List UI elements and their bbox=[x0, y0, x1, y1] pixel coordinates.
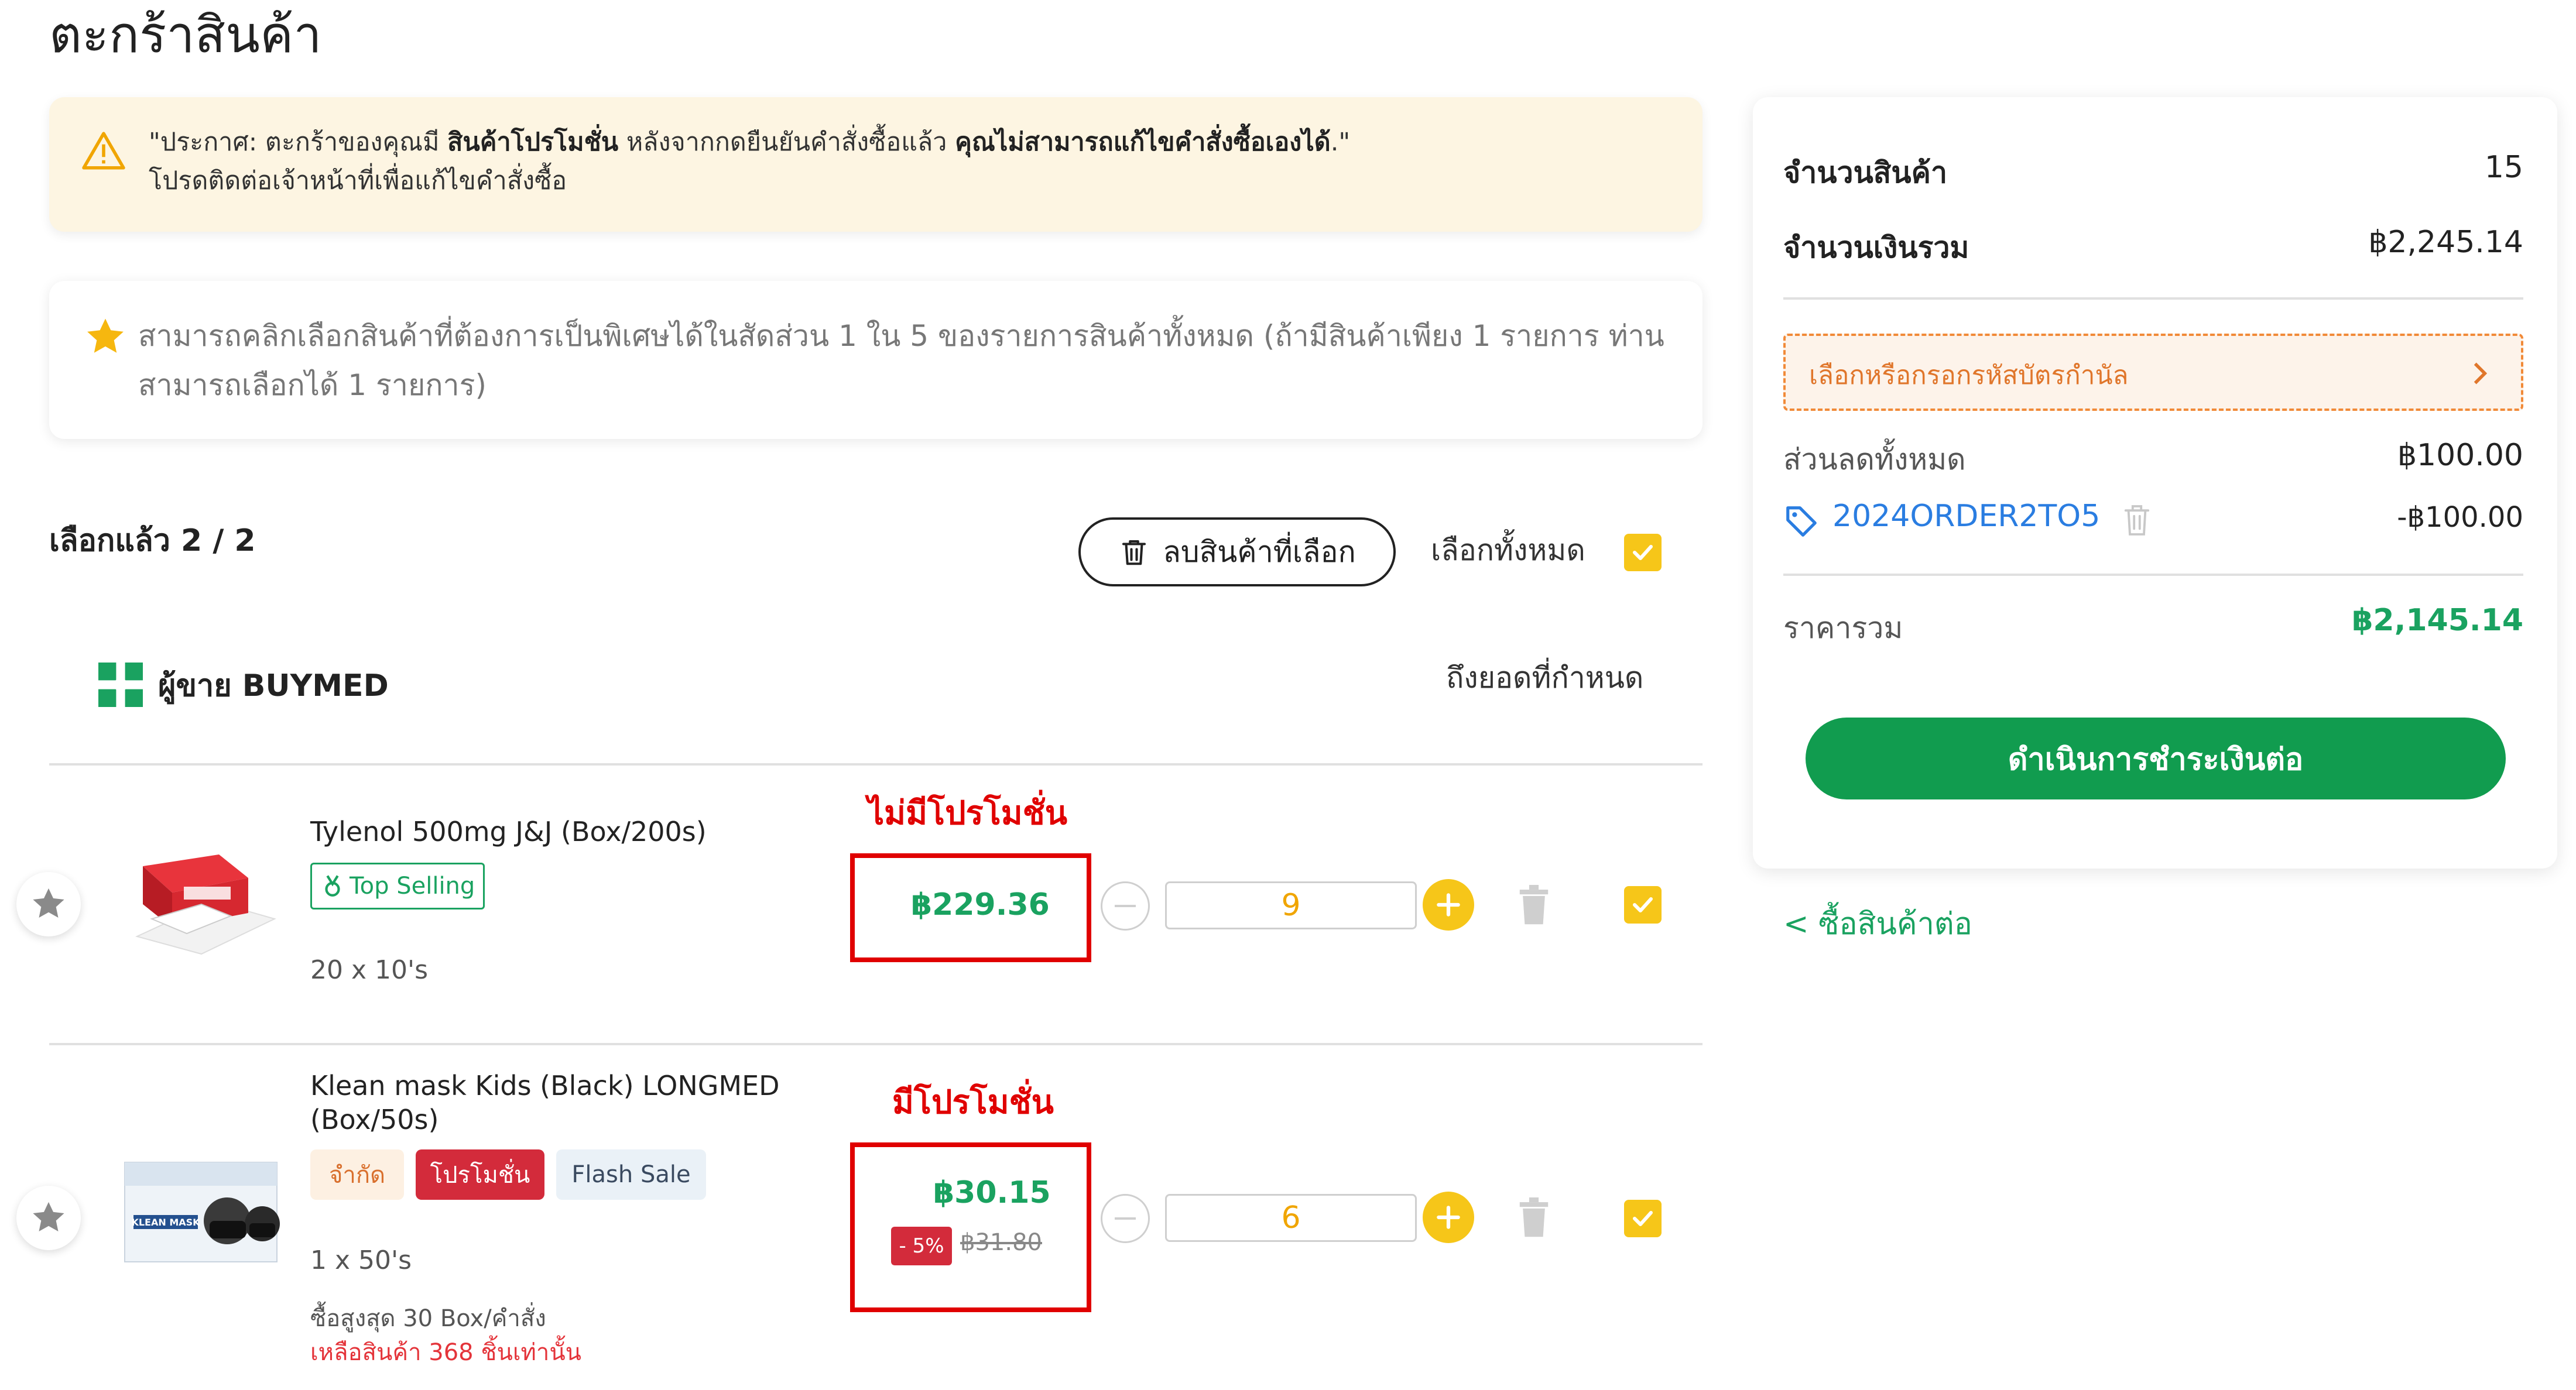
total-amount-value: ฿2,245.14 bbox=[2368, 225, 2523, 260]
item-select-checkbox[interactable] bbox=[1624, 1200, 1662, 1237]
plus-icon bbox=[1437, 1206, 1460, 1229]
stock-remaining-note: เหลือสินค้า 368 ชิ้นเท่านั้น bbox=[310, 1339, 582, 1366]
minus-icon bbox=[1115, 1217, 1136, 1220]
notice-line-1: "ประกาศ: ตะกร้าของคุณมี สินค้าโปรโมชั่น … bbox=[149, 128, 1351, 157]
seller-logo-icon bbox=[98, 663, 143, 707]
grand-total-label: ราคารวม bbox=[1783, 611, 1903, 645]
continue-shopping-link[interactable]: < ซื้อสินค้าต่อ bbox=[1783, 899, 1972, 948]
no-promotion-annotation: ไม่มีโปรโมชั่น bbox=[868, 794, 1067, 832]
notice-line-2: โปรดติดต่อเจ้าหน้าที่เพื่อแก้ไขคำสั่งซื้… bbox=[149, 166, 567, 195]
limited-tag: จำกัด bbox=[310, 1149, 404, 1200]
total-amount-label: จำนวนเงินรวม bbox=[1783, 231, 1969, 265]
product-name[interactable]: Tylenol 500mg J&J (Box/200s) bbox=[310, 815, 707, 849]
checkout-button[interactable]: ดำเนินการชำระเงินต่อ bbox=[1806, 718, 2506, 799]
pack-size: 1 x 50's bbox=[310, 1245, 412, 1275]
seller-name: ผู้ขาย BUYMED bbox=[158, 668, 389, 703]
star-icon bbox=[87, 318, 124, 353]
minus-icon bbox=[1115, 905, 1136, 907]
star-icon bbox=[33, 1202, 64, 1231]
tag-icon bbox=[1786, 506, 1817, 537]
discount-total-label: ส่วนลดทั้งหมด bbox=[1783, 442, 1966, 476]
original-price: ฿31.80 bbox=[960, 1229, 1042, 1256]
unit-price: ฿30.15 bbox=[933, 1175, 1051, 1210]
promotion-tag: โปรโมชั่น bbox=[416, 1149, 544, 1200]
warning-icon bbox=[82, 132, 125, 170]
discount-badge: - 5% bbox=[891, 1227, 952, 1265]
voucher-code-selector[interactable]: เลือกหรือกรอกรหัสบัตรกำนัล bbox=[1783, 334, 2523, 411]
voucher-label: เลือกหรือกรอกรหัสบัตรกำนัล bbox=[1809, 361, 2129, 390]
item-count-label: จำนวนสินค้า bbox=[1783, 156, 1948, 190]
check-icon bbox=[1633, 545, 1653, 560]
favorite-star-button[interactable] bbox=[16, 872, 81, 936]
promotion-notice: "ประกาศ: ตะกร้าของคุณมี สินค้าโปรโมชั่น … bbox=[49, 97, 1703, 232]
delete-selected-button[interactable]: ลบสินค้าที่เลือก bbox=[1078, 517, 1396, 586]
quantity-input[interactable] bbox=[1165, 881, 1417, 929]
chevron-right-icon bbox=[2474, 362, 2488, 385]
top-selling-label: Top Selling bbox=[350, 873, 475, 900]
item-select-checkbox[interactable] bbox=[1624, 886, 1662, 924]
delete-selected-label: ลบสินค้าที่เลือก bbox=[1163, 534, 1356, 569]
coupon-discount-value: -฿100.00 bbox=[2397, 501, 2523, 534]
quantity-input[interactable] bbox=[1165, 1194, 1417, 1242]
grand-total-value: ฿2,145.14 bbox=[2352, 603, 2523, 638]
max-purchase-note: ซื้อสูงสุด 30 Box/คำสั่ง bbox=[310, 1305, 546, 1332]
increase-qty-button[interactable] bbox=[1423, 1192, 1474, 1243]
divider bbox=[49, 1043, 1703, 1045]
check-icon bbox=[1633, 1211, 1653, 1226]
coupon-code: 2024ORDER2TO5 bbox=[1832, 499, 2101, 534]
divider bbox=[49, 763, 1703, 766]
plus-icon bbox=[1437, 893, 1460, 917]
trash-icon bbox=[1519, 885, 1549, 925]
favorite-star-button[interactable] bbox=[16, 1186, 81, 1250]
increase-qty-button[interactable] bbox=[1423, 879, 1474, 931]
product-image-klean-mask: KLEAN MASK bbox=[122, 1151, 280, 1268]
discount-total-value: ฿100.00 bbox=[2397, 438, 2523, 473]
top-selling-badge: Top Selling bbox=[310, 863, 485, 909]
product-image-tylenol bbox=[131, 831, 278, 960]
unit-price: ฿229.36 bbox=[911, 887, 1050, 922]
check-icon bbox=[1633, 897, 1653, 912]
product-name-line-2[interactable]: (Box/50s) bbox=[310, 1103, 439, 1137]
select-all-checkbox[interactable] bbox=[1624, 534, 1662, 571]
price-highlight-box bbox=[850, 1142, 1091, 1312]
select-all-label: เลือกทั้งหมด bbox=[1431, 533, 1585, 567]
tip-text: สามารถคลิกเลือกสินค้าที่ต้องการเป็นพิเศษ… bbox=[138, 319, 1664, 402]
flash-sale-tag: Flash Sale bbox=[556, 1149, 706, 1200]
trash-icon bbox=[1122, 540, 1146, 565]
decrease-qty-button[interactable] bbox=[1101, 881, 1150, 931]
selected-count: เลือกแล้ว 2 / 2 bbox=[49, 523, 256, 558]
remove-item-button[interactable] bbox=[1517, 885, 1550, 928]
remove-item-button[interactable] bbox=[1517, 1197, 1550, 1241]
divider bbox=[1783, 297, 2523, 300]
product-image-label: KLEAN MASK bbox=[131, 1217, 200, 1228]
page-title: ตะกร้าสินค้า bbox=[49, 6, 322, 64]
seller-threshold-note: ถึงยอดที่กำหนด bbox=[1446, 661, 1644, 695]
medal-icon bbox=[325, 875, 340, 897]
has-promotion-annotation: มีโปรโมชั่น bbox=[892, 1083, 1054, 1121]
product-name-line-1[interactable]: Klean mask Kids (Black) LONGMED bbox=[310, 1069, 780, 1103]
star-icon bbox=[33, 888, 64, 918]
divider bbox=[1783, 574, 2523, 576]
decrease-qty-button[interactable] bbox=[1101, 1194, 1150, 1243]
pack-size: 20 x 10's bbox=[310, 955, 429, 985]
trash-icon bbox=[1519, 1197, 1549, 1237]
special-select-tip: สามารถคลิกเลือกสินค้าที่ต้องการเป็นพิเศษ… bbox=[49, 281, 1703, 439]
item-count-value: 15 bbox=[2484, 150, 2523, 185]
remove-coupon-icon[interactable] bbox=[2123, 503, 2151, 537]
